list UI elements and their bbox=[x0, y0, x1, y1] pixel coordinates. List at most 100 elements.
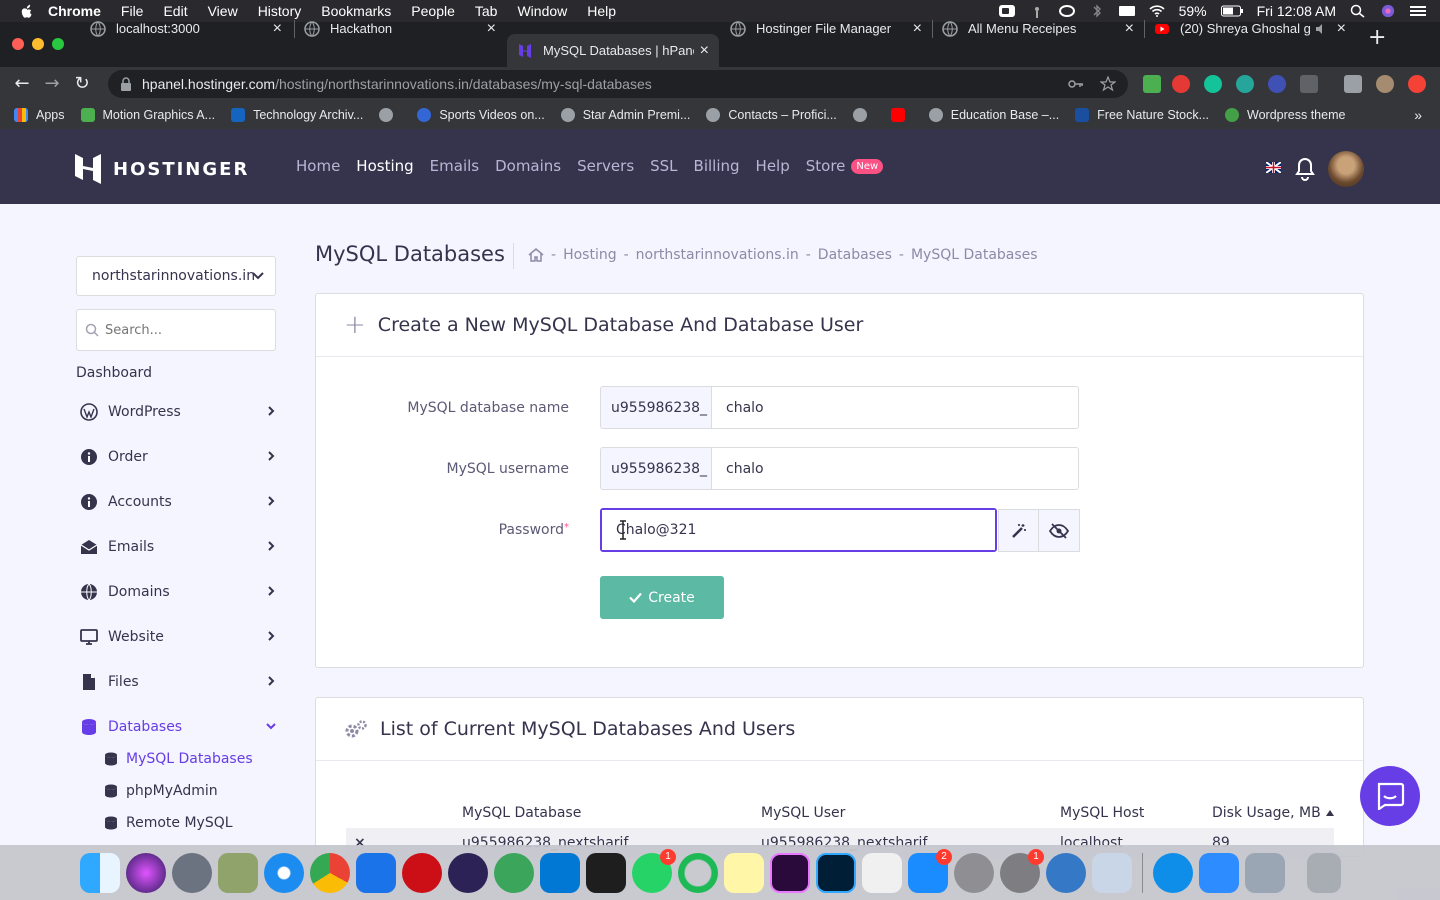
menu-help[interactable]: Help bbox=[587, 3, 616, 19]
menu-window[interactable]: Window bbox=[517, 3, 567, 19]
app-store-icon[interactable]: 2 bbox=[908, 848, 952, 893]
photoshop-icon[interactable] bbox=[816, 852, 856, 893]
close-tab-icon[interactable]: × bbox=[1125, 20, 1134, 38]
eclipse-icon[interactable] bbox=[448, 852, 488, 893]
extension-cursor-icon[interactable] bbox=[1268, 75, 1286, 93]
column-mysql-database[interactable]: MySQL Database bbox=[462, 805, 581, 821]
bookmark-globe[interactable] bbox=[379, 108, 401, 122]
sidebar-search-input[interactable] bbox=[105, 322, 265, 338]
lock-icon[interactable] bbox=[120, 77, 132, 91]
tab-localhost[interactable]: localhost:3000 × bbox=[80, 12, 292, 45]
close-tab-icon[interactable]: × bbox=[487, 20, 496, 38]
back-arrow-icon[interactable]: ← bbox=[14, 75, 30, 93]
grammarly-icon[interactable] bbox=[1204, 75, 1222, 93]
close-tab-icon[interactable]: × bbox=[913, 20, 922, 38]
close-tab-icon[interactable]: × bbox=[273, 20, 282, 38]
user-avatar[interactable] bbox=[1328, 151, 1364, 187]
toggle-password-visibility-button[interactable] bbox=[1039, 509, 1080, 552]
tab-youtube[interactable]: (20) Shreya Ghoshal g × bbox=[1144, 12, 1356, 45]
sidebar-subitem-mysql-databases[interactable]: MySQL Databases bbox=[104, 749, 253, 769]
bookmark-motion-graphics[interactable]: Motion Graphics A... bbox=[80, 108, 215, 122]
sidebar-item-accounts[interactable]: Accounts bbox=[80, 489, 276, 515]
nav-ssl[interactable]: SSL bbox=[650, 157, 677, 175]
system-preferences-icon[interactable]: 1 bbox=[1000, 848, 1044, 893]
home-icon[interactable] bbox=[528, 247, 544, 263]
bookmark-sports[interactable]: Sports Videos on... bbox=[417, 108, 545, 122]
media-control-icon[interactable] bbox=[1344, 75, 1362, 93]
sidebar-item-order[interactable]: Order bbox=[80, 444, 276, 470]
uk-flag-icon[interactable] bbox=[1266, 162, 1281, 173]
premiere-icon[interactable] bbox=[770, 852, 810, 893]
star-bookmark-icon[interactable] bbox=[1100, 76, 1116, 92]
domain-selector[interactable]: northstarinnovations.in bbox=[76, 256, 276, 296]
sidebar-subitem-phpmyadmin[interactable]: phpMyAdmin bbox=[104, 781, 218, 801]
db-name-input[interactable] bbox=[712, 387, 1078, 428]
bookmark-globe-2[interactable] bbox=[852, 108, 875, 122]
extension-pen-icon[interactable] bbox=[1143, 75, 1161, 93]
circle-app-icon[interactable] bbox=[678, 852, 718, 893]
nav-emails[interactable]: Emails bbox=[430, 157, 479, 175]
profile-avatar-icon[interactable] bbox=[1376, 75, 1394, 93]
bookmark-contacts[interactable]: Contacts – Profici... bbox=[706, 108, 837, 122]
password-input[interactable] bbox=[602, 510, 995, 550]
close-tab-icon[interactable]: × bbox=[1337, 20, 1346, 38]
speaker-icon[interactable] bbox=[1315, 23, 1327, 35]
apple-icon[interactable] bbox=[18, 2, 36, 20]
notification-center-icon[interactable] bbox=[1410, 4, 1426, 18]
nav-help[interactable]: Help bbox=[756, 157, 790, 175]
finder-icon[interactable] bbox=[80, 852, 120, 893]
sidebar-subitem-remote-mysql[interactable]: Remote MySQL bbox=[104, 813, 233, 833]
address-bar[interactable]: hpanel.hostinger.com/hosting/northstarin… bbox=[108, 70, 1128, 98]
sidebar-dashboard[interactable]: Dashboard bbox=[76, 365, 152, 381]
terminal-icon[interactable] bbox=[586, 852, 626, 893]
close-window-button[interactable] bbox=[12, 38, 24, 50]
generate-password-button[interactable] bbox=[998, 509, 1039, 552]
mountain-app-icon[interactable] bbox=[1046, 852, 1086, 893]
more-bookmarks-icon[interactable]: » bbox=[1414, 107, 1422, 123]
opera-icon[interactable] bbox=[402, 852, 442, 893]
notes-icon[interactable] bbox=[724, 852, 764, 893]
preview-icon[interactable] bbox=[218, 852, 258, 893]
sidebar-item-website[interactable]: Website bbox=[80, 624, 276, 650]
minimize-window-button[interactable] bbox=[32, 38, 44, 50]
bookmark-youtube[interactable] bbox=[890, 108, 913, 122]
automator-icon[interactable] bbox=[1092, 852, 1132, 893]
android-studio-icon[interactable] bbox=[494, 852, 534, 893]
chrome-icon[interactable] bbox=[310, 852, 350, 893]
live-chat-button[interactable] bbox=[1360, 766, 1420, 826]
reload-icon[interactable]: ↻ bbox=[74, 75, 90, 93]
tab-menu-receipes[interactable]: All Menu Receipes × bbox=[932, 12, 1144, 45]
bookmark-wordpress[interactable]: Wordpress theme bbox=[1225, 108, 1345, 122]
column-mysql-host[interactable]: MySQL Host bbox=[1060, 805, 1144, 821]
tab-mysql-databases[interactable]: MySQL Databases | hPanel × bbox=[507, 34, 719, 67]
sidebar-item-files[interactable]: Files bbox=[80, 669, 276, 695]
sidebar-item-wordpress[interactable]: WordPress bbox=[80, 399, 276, 425]
teamviewer-icon[interactable] bbox=[1153, 852, 1193, 893]
nav-home[interactable]: Home bbox=[296, 157, 340, 175]
forward-arrow-icon[interactable]: → bbox=[44, 75, 60, 93]
safari-icon[interactable] bbox=[264, 852, 304, 893]
xcode-icon[interactable] bbox=[356, 852, 396, 893]
new-tab-button[interactable]: + bbox=[1368, 27, 1386, 49]
siri-icon[interactable] bbox=[126, 852, 166, 893]
key-icon[interactable] bbox=[1068, 77, 1084, 91]
nav-billing[interactable]: Billing bbox=[694, 157, 740, 175]
screenshot-icon[interactable] bbox=[862, 852, 902, 893]
adblock-icon[interactable] bbox=[1172, 75, 1190, 93]
nav-hosting[interactable]: Hosting bbox=[356, 157, 413, 175]
breadcrumb-domain[interactable]: northstarinnovations.in bbox=[636, 247, 799, 263]
trash-icon[interactable] bbox=[1307, 852, 1341, 893]
close-tab-icon[interactable]: × bbox=[700, 42, 709, 60]
username-input[interactable] bbox=[712, 448, 1078, 489]
sidebar-item-domains[interactable]: Domains bbox=[80, 579, 276, 605]
image-capture-icon[interactable] bbox=[1245, 852, 1285, 893]
sequel-pro-icon[interactable] bbox=[954, 852, 994, 893]
vscode-icon[interactable] bbox=[540, 852, 580, 893]
update-icon[interactable] bbox=[1408, 75, 1426, 93]
column-mysql-user[interactable]: MySQL User bbox=[761, 805, 845, 821]
bell-icon[interactable] bbox=[1294, 157, 1316, 181]
column-disk-usage[interactable]: Disk Usage, MB bbox=[1212, 805, 1335, 821]
bookmark-star-admin[interactable]: Star Admin Premi... bbox=[560, 108, 690, 122]
launchpad-icon[interactable] bbox=[172, 852, 212, 893]
hostinger-logo[interactable]: HOSTINGER bbox=[75, 154, 249, 184]
